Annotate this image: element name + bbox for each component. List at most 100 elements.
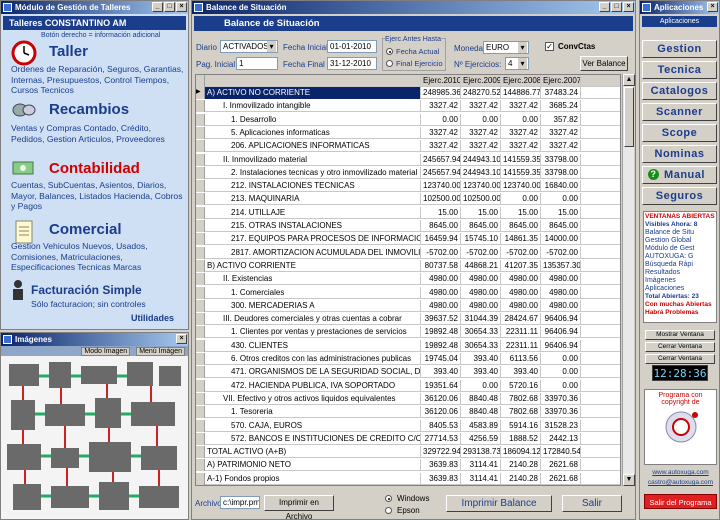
image-menu-dropdown[interactable]: Menú Imágen [136, 346, 185, 356]
salir-programa-button[interactable]: Salir del Programa [644, 494, 717, 509]
facturacion-desc[interactable]: Sólo facturacion; sin controles [31, 299, 184, 310]
table-row[interactable]: A-1) Fondos propios 3639.83 3114.41 2140.28… [196, 472, 620, 485]
epson-radio[interactable] [385, 507, 392, 514]
column-header[interactable]: Ejerc.2008 [501, 75, 541, 87]
seguros-button[interactable]: Seguros [642, 187, 717, 205]
comercial-title[interactable]: Comercial [49, 221, 122, 238]
imprimir-balance-button[interactable]: Imprimir Balance [446, 495, 552, 512]
table-row[interactable]: 214. UTILLAJE 15.00 15.00 15.00 15.00 [196, 206, 620, 219]
table-row[interactable]: 206. APLICACIONES INFORMATICAS 3327.42 332… [196, 140, 620, 153]
final-ejercicio-radio[interactable] [386, 60, 393, 67]
utilidades-link[interactable]: Utilidades [131, 313, 174, 323]
balance-titlebar[interactable]: Balance de Situación _ □ × [192, 1, 635, 14]
close-icon[interactable]: × [623, 2, 634, 12]
diario-select[interactable]: ACTIVADOS [220, 40, 278, 53]
minimize-icon[interactable]: _ [152, 2, 163, 12]
contabilidad-title[interactable]: Contabilidad [49, 160, 140, 177]
open-window-item[interactable]: Resultados [645, 269, 715, 277]
scope-button[interactable]: Scope [642, 124, 717, 142]
table-row[interactable]: 300. MERCADERIAS A 4980.00 4980.00 4980.00 4… [196, 299, 620, 312]
table-row[interactable]: 5. Aplicaciones informaticas 3327.42 3327.… [196, 126, 620, 139]
open-window-item[interactable]: Aplicaciones [645, 285, 715, 293]
aplicaciones-titlebar[interactable]: Aplicaciones × [640, 1, 719, 14]
fecha-inicial-input[interactable]: 01-01-2010 [327, 40, 377, 53]
open-window-item[interactable]: AUTOXUGA: G [645, 253, 715, 261]
table-row[interactable]: 212. INSTALACIONES TECNICAS 123740.00 1237… [196, 180, 620, 193]
ver-balance-button[interactable]: Ver Balance [580, 56, 628, 71]
nominas-button[interactable]: Nominas [642, 145, 717, 163]
table-row[interactable]: 1. Desarrollo 0.00 0.00 0.00 357.82 [196, 113, 620, 126]
table-row[interactable]: 2. Instalaciones tecnicas y otro inmovil… [196, 166, 620, 179]
table-row[interactable]: I. Inmovilizado intangible 3327.42 3327.42… [196, 100, 620, 113]
salir-button[interactable]: Salir [562, 495, 622, 512]
table-row[interactable]: TOTAL ACTIVO (A+B) 329722.94 293138.73 1860… [196, 446, 620, 459]
catalogos-button[interactable]: Catalogos [642, 82, 717, 100]
table-row[interactable]: 215. OTRAS INSTALACIONES 8645.00 8645.00 86… [196, 220, 620, 232]
open-window-item[interactable]: Búsqueda Rápi [645, 261, 715, 269]
column-header[interactable]: Ejerc.2009 [461, 75, 501, 87]
maximize-icon[interactable]: □ [164, 2, 175, 12]
comercial-desc[interactable]: Gestion Vehiculos Nuevos, Usados, Comisi… [11, 241, 184, 273]
table-row[interactable]: 572. BANCOS E INSTITUCIONES DE CREDITO C… [196, 432, 620, 445]
taller-title[interactable]: Taller [49, 43, 88, 60]
table-row[interactable]: 217. EQUIPOS PARA PROCESOS DE INFORMACIO… [196, 233, 620, 246]
table-row[interactable]: 472. HACIENDA PUBLICA, IVA SOPORTADO 1935… [196, 379, 620, 392]
website-link[interactable]: www.autoxuga.com [644, 469, 717, 476]
open-window-item[interactable]: Gestion Global [645, 237, 715, 245]
windows-radio[interactable] [385, 495, 392, 502]
open-window-item[interactable]: Imágenes [645, 277, 715, 285]
scroll-thumb[interactable] [624, 87, 634, 147]
open-window-item[interactable]: Módulo de Gest [645, 245, 715, 253]
fecha-final-input[interactable]: 31-12-2010 [327, 57, 377, 70]
table-scrollbar[interactable]: ▲ ▼ [622, 74, 635, 486]
imprimir-archivo-button[interactable]: Imprimir en Archivo [264, 495, 334, 519]
mostrar-ventana-button[interactable]: Mostrar Ventana [645, 330, 715, 340]
recambios-desc[interactable]: Ventas y Compras Contado, Crédito, Pedid… [11, 123, 184, 144]
table-row[interactable]: B) ACTIVO CORRIENTE 80737.58 44868.21 41207… [196, 259, 620, 272]
manual-button[interactable]: ? Manual [642, 166, 717, 184]
gestion-button[interactable]: Gestion [642, 40, 717, 58]
table-row[interactable]: 570. CAJA, EUROS 8405.53 4583.89 5914.16 315… [196, 419, 620, 432]
table-row[interactable]: ▶ A) ACTIVO NO CORRIENTE 248985.36 248270.5… [196, 87, 620, 99]
scroll-up-icon[interactable]: ▲ [623, 74, 635, 86]
table-row[interactable]: 2817. AMORTIZACION ACUMULADA DEL INMOVIL… [196, 246, 620, 259]
column-header[interactable]: Ejerc.2007 [541, 75, 581, 87]
table-row[interactable]: III. Deudores comerciales y otras cuenta… [196, 313, 620, 326]
scroll-down-icon[interactable]: ▼ [623, 474, 635, 486]
cerrar-ventana-button[interactable]: Cerrar Ventana [645, 342, 715, 352]
table-row[interactable]: VII. Efectivo y otros activos liquidos e… [196, 392, 620, 405]
column-header[interactable]: Ejerc.2010 [421, 75, 461, 87]
email-link[interactable]: castro@autoxuga.com [644, 479, 717, 486]
fecha-actual-radio[interactable] [386, 48, 393, 55]
taller-desc[interactable]: Ordenes de Reparación, Seguros, Garantia… [11, 64, 184, 96]
contabilidad-desc[interactable]: Cuentas, SubCuentas, Asientos, Diarios, … [11, 180, 184, 212]
facturacion-title[interactable]: Facturación Simple [31, 283, 142, 297]
close-icon[interactable]: × [176, 2, 187, 12]
table-row[interactable]: 1. Tesoreria 36120.06 8840.48 7802.68 33970.… [196, 406, 620, 419]
modulo-titlebar[interactable]: Módulo de Gestión de Talleres _ □ × [1, 1, 188, 14]
maximize-icon[interactable]: □ [611, 2, 622, 12]
table-row[interactable]: 1. Comerciales 4980.00 4980.00 4980.00 4980.… [196, 286, 620, 299]
table-row[interactable]: 471. ORGANISMOS DE LA SEGURIDAD SOCIAL, … [196, 366, 620, 379]
image-mode-dropdown[interactable]: Modo Imagen [81, 346, 131, 356]
open-window-item[interactable]: Balance de Situ [645, 229, 715, 237]
nejercicios-select[interactable]: 4 [505, 57, 529, 70]
minimize-icon[interactable]: _ [599, 2, 610, 12]
close-icon[interactable]: × [176, 334, 187, 344]
table-row[interactable]: 6. Otros creditos con las administracion… [196, 353, 620, 365]
tecnica-button[interactable]: Tecnica [642, 61, 717, 79]
table-row[interactable]: II. Inmovilizado material 245657.94 244943… [196, 153, 620, 166]
archivo-input[interactable]: c:\impr.prn [220, 496, 260, 509]
table-row[interactable]: 213. MAQUINARIA 102500.00 102500.00 0.00 0.0… [196, 193, 620, 206]
recambios-title[interactable]: Recambios [49, 101, 129, 118]
close-icon[interactable]: × [707, 2, 718, 12]
convctas-checkbox[interactable]: ✓ [545, 42, 554, 51]
table-row[interactable]: 1. Clientes por ventas y prestaciones de… [196, 326, 620, 339]
table-row[interactable]: A) PATRIMONIO NETO 3639.83 3114.41 2140.28 2… [196, 459, 620, 472]
moneda-select[interactable]: EURO [483, 41, 529, 54]
images-titlebar[interactable]: Imágenes × [1, 333, 188, 346]
table-row[interactable]: 430. CLIENTES 19892.48 30654.33 22311.11 964… [196, 339, 620, 352]
pag-inicial-input[interactable]: 1 [236, 57, 278, 70]
scanner-button[interactable]: Scanner [642, 103, 717, 121]
cerrar-ventana-button-2[interactable]: Cerrar Ventana [645, 354, 715, 364]
